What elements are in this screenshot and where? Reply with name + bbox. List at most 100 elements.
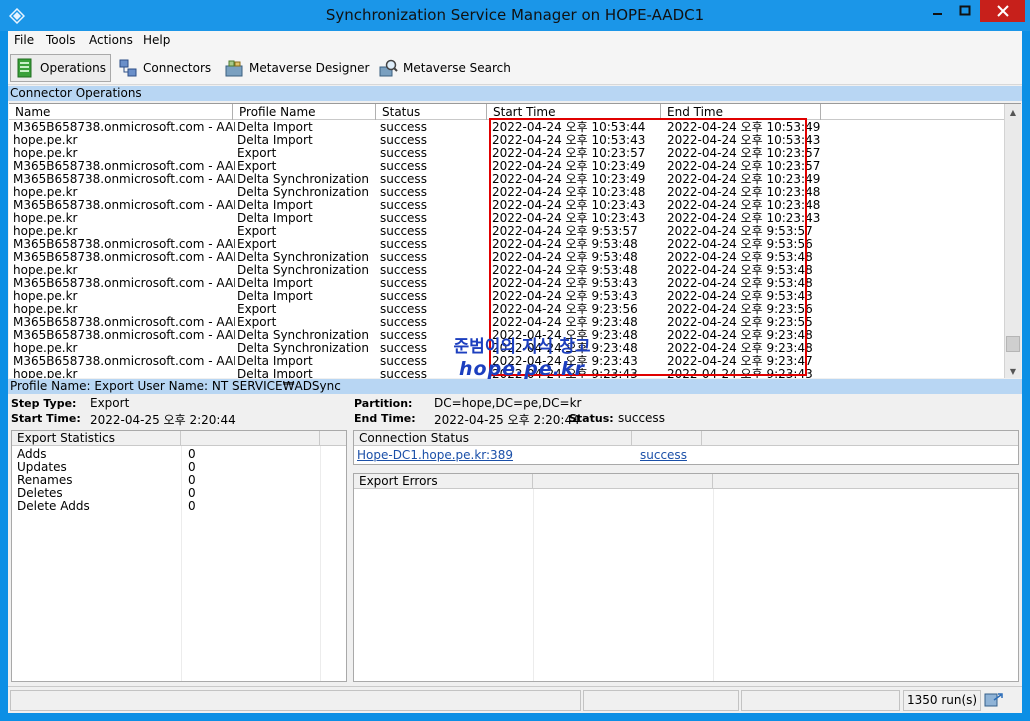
- cell-profile-name: Delta Import: [237, 355, 313, 368]
- cell-end-time: 2022-04-24 오후 9:23:48: [667, 329, 813, 342]
- end-time-value: 2022-04-25 오후 2:20:44: [434, 413, 580, 427]
- maximize-button[interactable]: [951, 0, 978, 22]
- export-errors-col2: [533, 474, 713, 489]
- close-button[interactable]: [980, 0, 1025, 22]
- cell-profile-name: Export: [237, 316, 277, 329]
- cell-end-time: 2022-04-24 오후 10:53:49: [667, 121, 821, 134]
- cell-name: M365B658738.onmicrosoft.com - AAD: [13, 121, 235, 134]
- cell-status: success: [380, 238, 427, 251]
- scroll-up-icon[interactable]: ▲: [1005, 104, 1021, 120]
- menu-file[interactable]: File: [14, 33, 34, 47]
- cell-end-time: 2022-04-24 오후 9:53:48: [667, 277, 813, 290]
- cell-end-time: 2022-04-24 오후 10:23:48: [667, 186, 821, 199]
- cell-name: hope.pe.kr: [13, 134, 78, 147]
- table-row[interactable]: hope.pe.kr Delta Import success 2022-04-24 …: [9, 290, 1005, 303]
- export-errors-panel[interactable]: Export Errors: [353, 473, 1019, 682]
- cell-status: success: [380, 134, 427, 147]
- list-item[interactable]: Delete Adds 0: [12, 500, 342, 513]
- col-start-time[interactable]: Start Time: [487, 104, 661, 120]
- cell-profile-name: Delta Import: [237, 134, 313, 147]
- table-row[interactable]: hope.pe.kr Delta Import success 2022-04-24 …: [9, 212, 1005, 225]
- connectors-button[interactable]: Connectors: [114, 54, 215, 82]
- table-row[interactable]: M365B658738.onmicrosoft.com - AAD Delta I…: [9, 199, 1005, 212]
- col-name[interactable]: Name: [9, 104, 233, 120]
- cell-status: success: [380, 121, 427, 134]
- cell-end-time: 2022-04-24 오후 9:23:55: [667, 316, 813, 329]
- connection-status-col2: [632, 431, 702, 446]
- table-row[interactable]: M365B658738.onmicrosoft.com - AAD Delta I…: [9, 277, 1005, 290]
- watermark-line1: 준범이의 지식 창고: [453, 337, 591, 357]
- metaverse-search-button[interactable]: Metaverse Search: [374, 54, 515, 82]
- table-row[interactable]: M365B658738.onmicrosoft.com - AAD Export s…: [9, 160, 1005, 173]
- cell-profile-name: Delta Synchronization: [237, 251, 369, 264]
- export-errors-title: Export Errors: [354, 474, 533, 489]
- cell-start-time: 2022-04-24 오후 9:53:43: [492, 277, 638, 290]
- scroll-thumb[interactable]: [1006, 336, 1020, 352]
- menu-help[interactable]: Help: [143, 33, 170, 47]
- table-row[interactable]: hope.pe.kr Export success 2022-04-24 오후 10:…: [9, 147, 1005, 160]
- connection-status-title: Connection Status: [354, 431, 632, 446]
- menu-actions[interactable]: Actions: [89, 33, 133, 47]
- cell-end-time: 2022-04-24 오후 9:53:56: [667, 238, 813, 251]
- cell-start-time: 2022-04-24 오후 10:53:44: [492, 121, 646, 134]
- partition-value: DC=hope,DC=pe,DC=kr: [434, 396, 582, 410]
- cell-name: M365B658738.onmicrosoft.com - AAD: [13, 277, 235, 290]
- cell-end-time: 2022-04-24 오후 9:53:48: [667, 251, 813, 264]
- export-statistics-title: Export Statistics: [12, 431, 181, 446]
- export-statistics-col2: [181, 431, 320, 446]
- start-time-value: 2022-04-25 오후 2:20:44: [90, 413, 236, 427]
- cell-profile-name: Delta Synchronization: [237, 264, 369, 277]
- metaverse-search-icon: [379, 59, 398, 77]
- watermark-line2: hope.pe.kr: [459, 358, 585, 380]
- connection-server-link[interactable]: Hope-DC1.hope.pe.kr:389: [357, 448, 513, 462]
- grid-divider: [533, 489, 534, 681]
- table-row[interactable]: M365B658738.onmicrosoft.com - AAD Delta S…: [9, 251, 1005, 264]
- connection-status-panel[interactable]: Connection Status Hope-DC1.hope.pe.kr:38…: [353, 430, 1019, 465]
- scroll-down-icon[interactable]: ▼: [1005, 363, 1021, 378]
- cell-name: M365B658738.onmicrosoft.com - AAD: [13, 199, 235, 212]
- cell-start-time: 2022-04-24 오후 10:23:49: [492, 173, 646, 186]
- maximize-icon: [959, 5, 970, 16]
- cell-profile-name: Export: [237, 225, 277, 238]
- cell-status: success: [380, 173, 427, 186]
- table-row[interactable]: M365B658738.onmicrosoft.com - AAD Export s…: [9, 316, 1005, 329]
- cell-end-time: 2022-04-24 오후 10:53:43: [667, 134, 821, 147]
- cell-status: success: [380, 277, 427, 290]
- cell-name: hope.pe.kr: [13, 264, 78, 277]
- cell-profile-name: Delta Import: [237, 212, 313, 225]
- cell-name: M365B658738.onmicrosoft.com - AAD: [13, 160, 235, 173]
- table-row[interactable]: hope.pe.kr Export success 2022-04-24 오후 9:5…: [9, 225, 1005, 238]
- table-row[interactable]: M365B658738.onmicrosoft.com - AAD Delta I…: [9, 121, 1005, 134]
- title-bar[interactable]: Synchronization Service Manager on HOPE-…: [0, 0, 1030, 31]
- operations-button[interactable]: Operations: [10, 54, 111, 82]
- cell-status: success: [380, 264, 427, 277]
- cell-profile-name: Delta Import: [237, 290, 313, 303]
- refresh-status-icon[interactable]: [984, 691, 1004, 709]
- table-row[interactable]: hope.pe.kr Delta Synchronization success 20…: [9, 186, 1005, 199]
- connectors-icon: [119, 59, 137, 77]
- export-statistics-panel[interactable]: Export Statistics Adds 0 Updates 0 Renames 0 D…: [11, 430, 347, 682]
- table-row[interactable]: hope.pe.kr Delta Synchronization success 20…: [9, 264, 1005, 277]
- cell-start-time: 2022-04-24 오후 10:23:57: [492, 147, 646, 160]
- cell-start-time: 2022-04-24 오후 10:23:48: [492, 186, 646, 199]
- cell-end-time: 2022-04-24 오후 10:23:48: [667, 199, 821, 212]
- col-profile-name[interactable]: Profile Name: [233, 104, 376, 120]
- cell-status: success: [380, 147, 427, 160]
- col-status[interactable]: Status: [376, 104, 487, 120]
- cell-end-time: 2022-04-24 오후 10:23:49: [667, 173, 821, 186]
- metaverse-designer-button[interactable]: Metaverse Designer: [220, 54, 373, 82]
- table-row[interactable]: hope.pe.kr Export success 2022-04-24 오후 9:2…: [9, 303, 1005, 316]
- table-row[interactable]: hope.pe.kr Delta Import success 2022-04-24 …: [9, 134, 1005, 147]
- col-end-time[interactable]: End Time: [661, 104, 821, 120]
- operations-scrollbar[interactable]: ▲ ▼: [1004, 104, 1021, 378]
- connection-result-link[interactable]: success: [640, 448, 687, 462]
- table-row[interactable]: M365B658738.onmicrosoft.com - AAD Delta S…: [9, 173, 1005, 186]
- grid-divider: [713, 489, 714, 681]
- minimize-button[interactable]: [924, 0, 951, 22]
- menu-tools[interactable]: Tools: [46, 33, 76, 47]
- table-row[interactable]: M365B658738.onmicrosoft.com - AAD Export s…: [9, 238, 1005, 251]
- cell-end-time: 2022-04-24 오후 9:53:57: [667, 225, 813, 238]
- cell-status: success: [380, 316, 427, 329]
- cell-profile-name: Delta Import: [237, 121, 313, 134]
- cell-status: success: [380, 251, 427, 264]
